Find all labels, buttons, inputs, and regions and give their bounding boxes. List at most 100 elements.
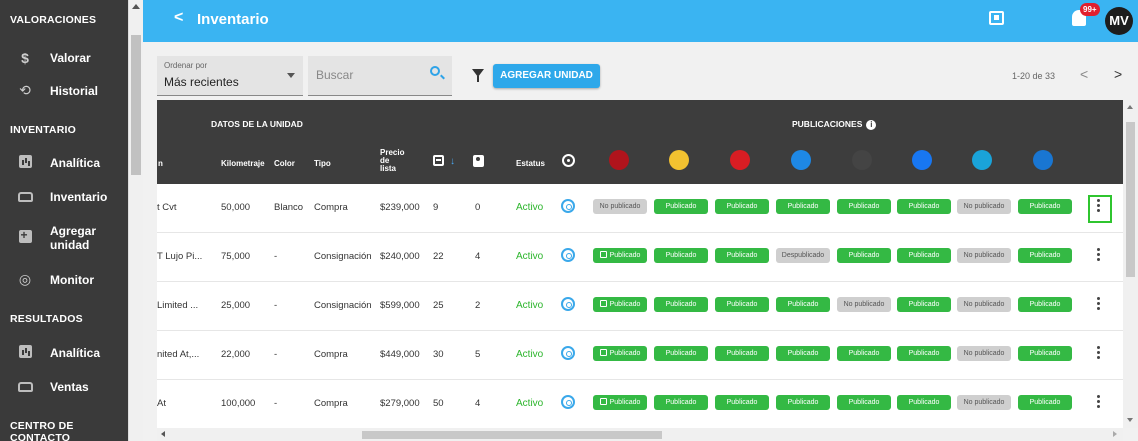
monitor-signal-icon[interactable]	[561, 395, 575, 409]
prev-page-icon[interactable]: <	[1080, 66, 1088, 82]
publication-status-badge[interactable]: Publicado	[776, 199, 830, 214]
sidebar-item-analitica[interactable]: Analítica	[0, 155, 128, 171]
cell-km: 50,000	[221, 202, 251, 213]
row-actions-kebab-icon[interactable]	[1097, 297, 1101, 313]
table-vertical-scrollbar[interactable]	[1123, 100, 1138, 428]
publication-status-badge[interactable]: No publicado	[837, 297, 891, 312]
publication-status-badge[interactable]: Publicado	[654, 248, 708, 263]
monitor-signal-icon[interactable]	[561, 346, 575, 360]
publication-status-badge[interactable]: Publicado	[654, 297, 708, 312]
table-row[interactable]: T Lujo Pi... 75,000 - Consignación $240,000 2…	[157, 233, 1123, 282]
order-select[interactable]: Ordenar por Más recientes	[157, 56, 303, 96]
publication-status-badge[interactable]: Publicado	[593, 248, 647, 263]
monitor-signal-icon[interactable]	[561, 248, 575, 262]
publication-status-badge[interactable]: No publicado	[957, 248, 1011, 263]
order-select-value: Más recientes	[164, 75, 239, 89]
publication-status-badge[interactable]: Publicado	[837, 199, 891, 214]
publication-status-badge[interactable]: Publicado	[715, 248, 769, 263]
scroll-right-icon[interactable]	[1113, 431, 1117, 437]
sidebar: VALORACIONES $ Valorar ⟲ Historial INVEN…	[0, 0, 128, 441]
sidebar-item-analitica-resultados[interactable]: Analítica	[0, 345, 128, 361]
sidebar-item-inventario[interactable]: Inventario	[0, 189, 128, 205]
filter-icon[interactable]	[472, 69, 484, 82]
publication-status-badge[interactable]: No publicado	[957, 297, 1011, 312]
col-header-precio[interactable]: Precio de lista	[380, 149, 404, 173]
table-row[interactable]: nited At,... 22,000 - Compra $449,000 30 5 Acti…	[157, 331, 1123, 380]
col-header-name[interactable]: n	[158, 160, 163, 168]
publication-status-badge[interactable]: Publicado	[1018, 346, 1072, 361]
publication-status-badge[interactable]: No publicado	[957, 199, 1011, 214]
table-row[interactable]: At 100,000 - Compra $279,000 50 4 Activo Publica…	[157, 380, 1123, 428]
back-icon[interactable]: <	[174, 9, 183, 27]
publication-status-badge[interactable]: No publicado	[957, 395, 1011, 410]
sidebar-item-valorar[interactable]: $ Valorar	[0, 50, 128, 66]
sidebar-item-label: Inventario	[50, 190, 108, 204]
search-input[interactable]: Buscar	[308, 56, 452, 96]
publication-status-badge[interactable]: Publicado	[897, 346, 951, 361]
publication-status-badge[interactable]: Publicado	[897, 248, 951, 263]
sidebar-scrollbar[interactable]	[128, 0, 143, 441]
next-page-icon[interactable]: >	[1114, 66, 1122, 82]
publication-status-badge[interactable]: Publicado	[897, 297, 951, 312]
publication-status-badge[interactable]: Publicado	[1018, 248, 1072, 263]
add-box-icon	[0, 228, 50, 246]
publication-status-badge[interactable]: Publicado	[593, 346, 647, 361]
publication-status-badge[interactable]: Publicado	[593, 297, 647, 312]
publication-status-badge[interactable]: Publicado	[715, 199, 769, 214]
col-header-tipo[interactable]: Tipo	[314, 160, 331, 168]
row-actions-kebab-icon[interactable]	[1097, 395, 1101, 411]
publication-status-badge[interactable]: Publicado	[715, 395, 769, 410]
scroll-down-icon[interactable]	[1127, 418, 1133, 422]
row-actions-kebab-icon[interactable]	[1097, 346, 1101, 362]
publication-status-badge[interactable]: Publicado	[897, 395, 951, 410]
monitor-signal-icon[interactable]	[561, 199, 575, 213]
publication-status-badge[interactable]: Publicado	[1018, 395, 1072, 410]
col-header-estatus[interactable]: Estatus	[516, 160, 545, 168]
publication-status-badge[interactable]: Publicado	[654, 199, 708, 214]
scroll-up-icon[interactable]	[1127, 105, 1133, 109]
publication-status-badge[interactable]: Publicado	[837, 248, 891, 263]
table-hscroll-thumb[interactable]	[362, 431, 662, 439]
user-avatar[interactable]: MV	[1105, 7, 1133, 35]
publication-status-badge[interactable]: Publicado	[654, 346, 708, 361]
table-horizontal-scrollbar[interactable]	[157, 428, 1123, 441]
sidebar-item-ventas[interactable]: Ventas	[0, 379, 128, 395]
col-header-km[interactable]: Kilometraje	[221, 160, 265, 168]
scroll-up-icon[interactable]	[132, 4, 140, 9]
sidebar-item-monitor[interactable]: ◎ Monitor	[0, 271, 128, 288]
sidebar-item-historial[interactable]: ⟲ Historial	[0, 82, 128, 99]
publication-status-badge[interactable]: Publicado	[897, 199, 951, 214]
table-row[interactable]: Limited ... 25,000 - Consignación $599,000 25…	[157, 282, 1123, 331]
calendar-icon[interactable]	[433, 155, 444, 166]
add-unit-button[interactable]: AGREGAR UNIDAD	[493, 64, 600, 88]
publication-status-badge[interactable]: No publicado	[593, 199, 647, 214]
table-scroll-thumb[interactable]	[1126, 122, 1135, 277]
col-header-color[interactable]: Color	[274, 160, 295, 168]
publication-status-badge[interactable]: Publicado	[1018, 297, 1072, 312]
monitor-signal-icon[interactable]	[561, 297, 575, 311]
group-header-unit: DATOS DE LA UNIDAD	[211, 119, 303, 129]
publication-status-badge[interactable]: Publicado	[837, 395, 891, 410]
publication-status-badge[interactable]: Publicado	[837, 346, 891, 361]
table-row[interactable]: t Cvt 50,000 Blanco Compra $239,000 9 0 Activo N…	[157, 184, 1123, 233]
sort-desc-arrow-icon[interactable]: ↓	[450, 156, 455, 167]
publication-status-badge[interactable]: Publicado	[776, 297, 830, 312]
publication-status-badge[interactable]: Publicado	[776, 346, 830, 361]
publication-status-badge[interactable]: Publicado	[1018, 199, 1072, 214]
row-actions-kebab-icon[interactable]	[1097, 248, 1101, 264]
sidebar-item-agregar-unidad[interactable]: Agregar unidad	[0, 224, 128, 252]
col-header-precio-line: lista	[380, 164, 397, 173]
sidebar-scroll-thumb[interactable]	[131, 35, 141, 175]
publication-status-badge[interactable]: Publicado	[715, 297, 769, 312]
publication-status-badge[interactable]: Despublicado	[776, 248, 830, 263]
search-icon[interactable]	[430, 66, 440, 76]
publication-status-badge[interactable]: Publicado	[654, 395, 708, 410]
download-icon[interactable]	[989, 11, 1004, 25]
publication-status-badge[interactable]: No publicado	[957, 346, 1011, 361]
publication-status-badge[interactable]: Publicado	[593, 395, 647, 410]
publication-status-badge[interactable]: Publicado	[776, 395, 830, 410]
info-icon[interactable]: i	[866, 119, 877, 130]
publication-status-badge[interactable]: Publicado	[715, 346, 769, 361]
scroll-left-icon[interactable]	[161, 431, 165, 437]
contacts-icon[interactable]	[473, 155, 484, 167]
